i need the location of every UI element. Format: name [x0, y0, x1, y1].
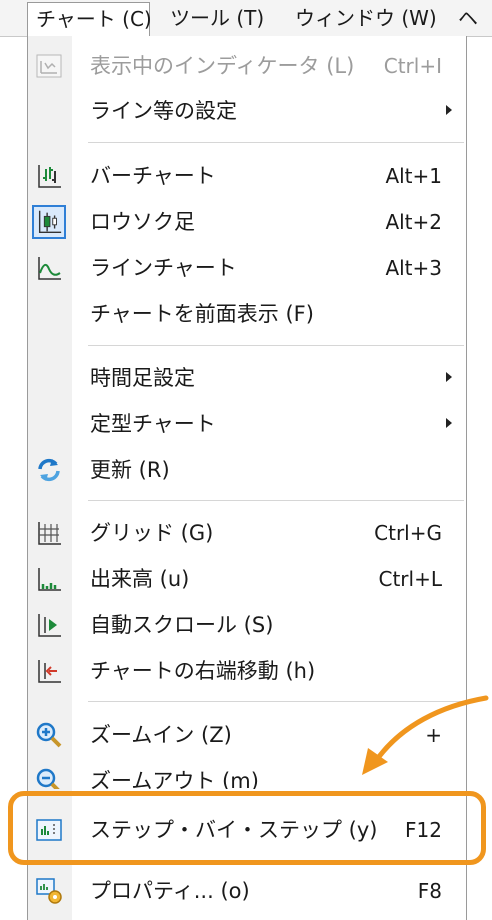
callout-arrow-icon — [362, 695, 489, 775]
